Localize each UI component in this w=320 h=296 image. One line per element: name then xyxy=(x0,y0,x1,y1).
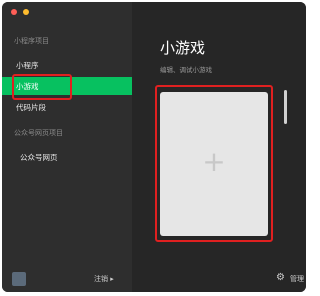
highlight-frame-create-card xyxy=(155,85,273,242)
section-miniprogram-projects: 小程序项目 xyxy=(14,37,49,45)
sidebar-item-official-account-web[interactable]: 公众号网页 xyxy=(2,148,132,166)
page-subtitle: 编辑、调试小游戏 xyxy=(160,66,212,74)
minimize-window-button[interactable] xyxy=(23,9,29,15)
sidebar-item-label: 小程序 xyxy=(16,61,39,70)
scrollbar[interactable] xyxy=(284,90,287,124)
sidebar: 小程序项目 小程序 小游戏 代码片段 公众号网页项目 公众号网页 注销 ▸ xyxy=(2,2,132,292)
app-window: 小程序项目 小程序 小游戏 代码片段 公众号网页项目 公众号网页 注销 ▸ 小游… xyxy=(2,2,306,292)
sidebar-item-code-snippets[interactable]: 代码片段 xyxy=(2,98,132,116)
sidebar-item-label: 公众号网页 xyxy=(20,153,58,162)
close-window-button[interactable] xyxy=(11,9,17,15)
sidebar-footer: 注销 ▸ xyxy=(2,266,132,292)
manage-button[interactable]: 管理 xyxy=(290,274,304,284)
logout-button[interactable]: 注销 ▸ xyxy=(94,274,114,284)
sidebar-item-miniprogram[interactable]: 小程序 xyxy=(2,56,132,74)
sidebar-item-label: 代码片段 xyxy=(16,103,46,112)
highlight-frame-minigame xyxy=(12,74,72,100)
section-official-account-projects: 公众号网页项目 xyxy=(14,129,63,137)
page-title: 小游戏 xyxy=(160,39,206,57)
avatar[interactable] xyxy=(12,272,26,286)
gear-icon: ⚙ xyxy=(276,272,285,283)
main-footer: ⚙ 管理 xyxy=(262,266,306,292)
